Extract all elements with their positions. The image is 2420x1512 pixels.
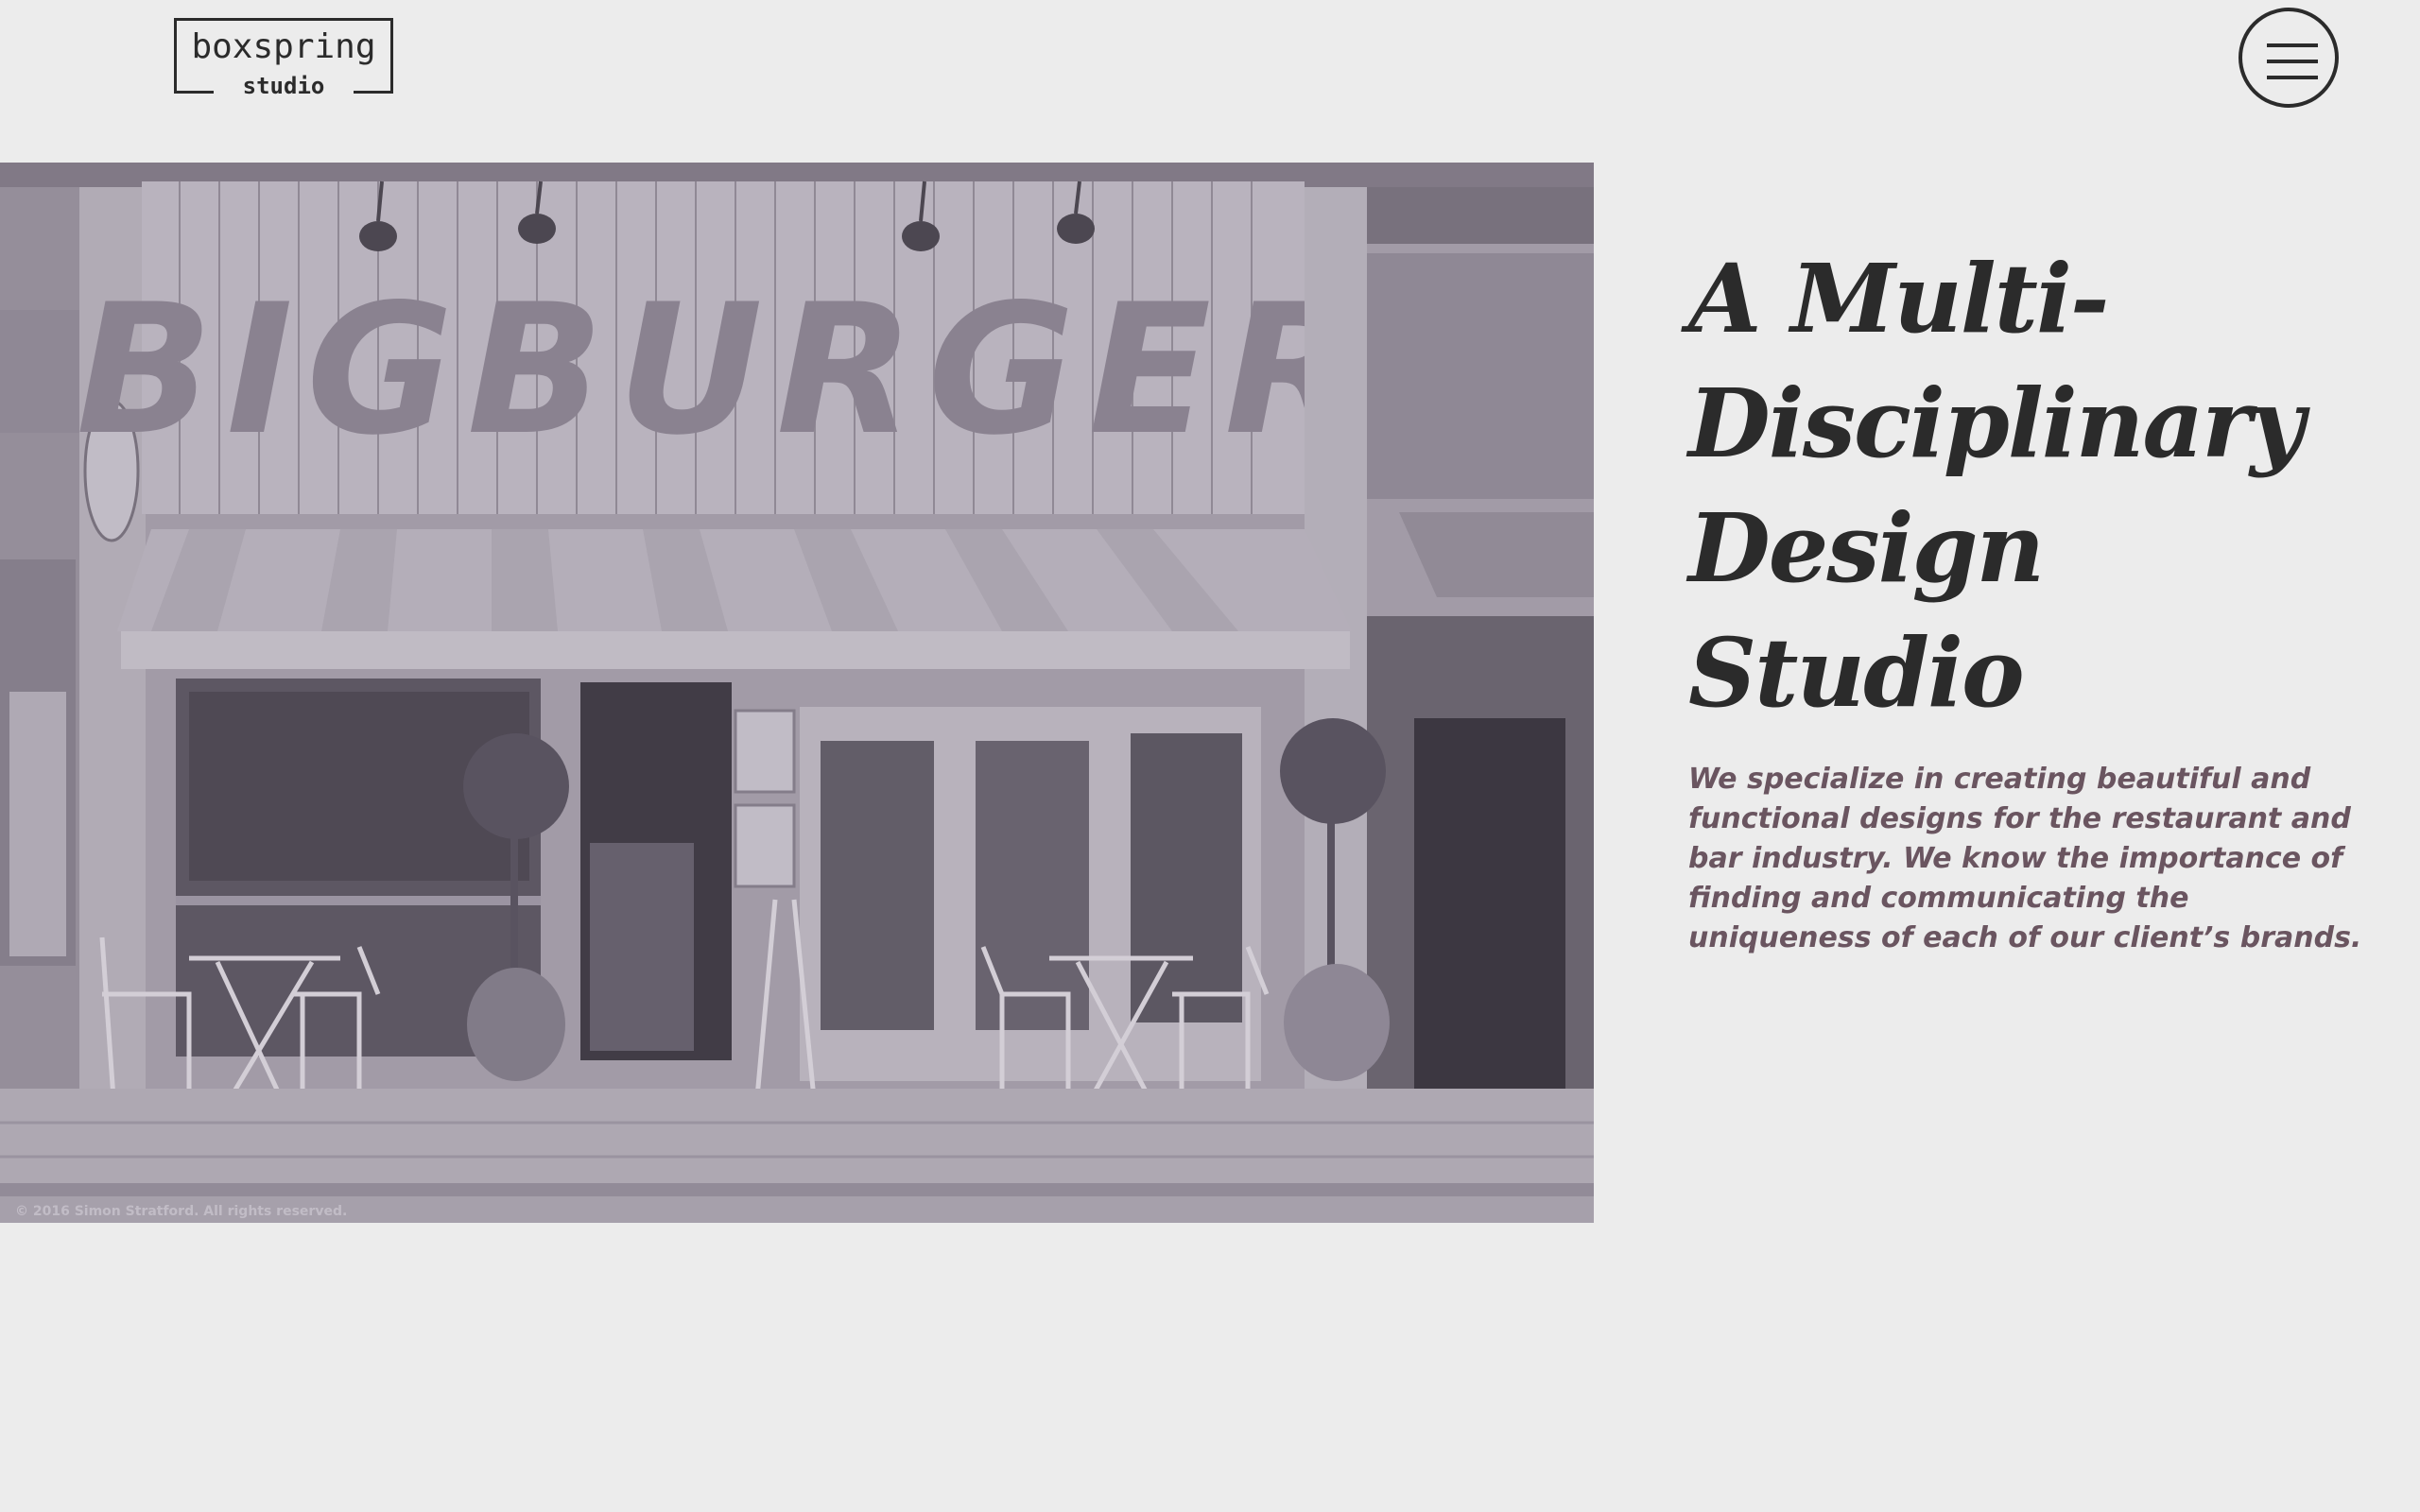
hero-headline: A Multi-Disciplinary Design Studio — [1688, 243, 2305, 729]
site-header: boxspring studio — [0, 0, 2420, 163]
boxspring-studio-logo[interactable]: boxspring studio — [174, 18, 393, 99]
hamburger-menu-button[interactable] — [2238, 8, 2339, 108]
hamburger-menu-icon-line — [2267, 43, 2318, 47]
restaurant-storefront-image: BIGBURGER © 2016 Simon Stratford. All ri… — [0, 163, 1594, 1223]
hero-description: We specialize in creating beautiful and … — [1688, 763, 2362, 954]
logo-subtitle: studio — [242, 73, 325, 99]
logo-wordmark: boxspring — [191, 27, 376, 66]
hamburger-menu-icon-line — [2267, 76, 2318, 79]
hero-text-block: A Multi-Disciplinary Design Studio We sp… — [1688, 236, 2369, 958]
hamburger-menu-icon-line — [2267, 60, 2318, 63]
